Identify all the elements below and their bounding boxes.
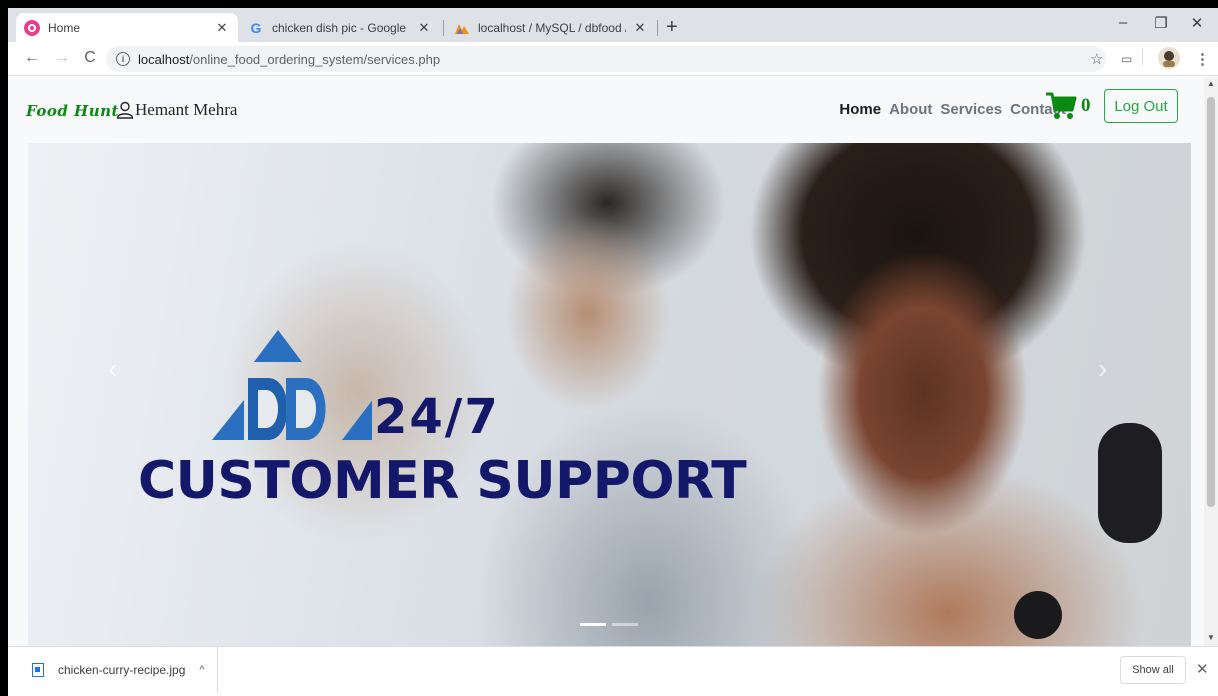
brand-logo[interactable]: Food Hunt — [26, 102, 119, 120]
google-icon: G — [250, 19, 262, 36]
tab-title: localhost / MySQL / dbfood / tba — [478, 20, 626, 35]
username: Hemant Mehra — [135, 100, 238, 119]
download-filename: chicken-curry-recipe.jpg — [58, 663, 186, 677]
cart-button[interactable]: 0 — [1045, 91, 1091, 121]
carousel-caption-subheading: CUSTOMER SUPPORT — [138, 451, 747, 511]
company-logo-icon — [212, 330, 372, 440]
nav-home-link[interactable]: Home — [839, 101, 881, 118]
browser-window: Home ✕ G chicken dish pic - Google Searc… — [8, 8, 1218, 696]
close-icon[interactable]: ✕ — [416, 20, 432, 36]
page-scrollbar[interactable]: ▲ ▼ — [1204, 77, 1218, 646]
image-file-icon — [32, 663, 44, 677]
minimize-icon[interactable]: – — [1108, 14, 1138, 31]
tab-separator — [657, 20, 658, 36]
nav-links: Home About Services Contact — [839, 101, 1066, 118]
close-icon[interactable]: ✕ — [214, 20, 230, 36]
toolbar-divider — [1142, 48, 1143, 66]
tab-phpmyadmin[interactable]: localhost / MySQL / dbfood / tba ✕ — [446, 13, 656, 42]
carousel-next-icon[interactable]: › — [1098, 353, 1107, 385]
nav-about-link[interactable]: About — [889, 101, 932, 118]
site-info-icon[interactable]: i — [116, 52, 130, 66]
window-close-icon[interactable]: ✕ — [1182, 14, 1212, 32]
show-all-button[interactable]: Show all — [1120, 656, 1186, 684]
new-tab-plus-icon[interactable]: + — [666, 16, 678, 39]
tab-strip: Home ✕ G chicken dish pic - Google Searc… — [8, 8, 1218, 42]
url-path: /online_food_ordering_system/services.ph… — [189, 51, 441, 67]
download-shelf: chicken-curry-recipe.jpg ^ Show all ✕ — [8, 646, 1218, 696]
shopping-cart-icon — [1046, 92, 1077, 119]
reload-icon[interactable]: C — [80, 49, 100, 67]
tab-separator — [443, 20, 444, 36]
profile-avatar-icon[interactable] — [1158, 47, 1180, 73]
star-bookmark-icon[interactable]: ☆ — [1090, 50, 1103, 68]
download-item[interactable]: chicken-curry-recipe.jpg ^ — [8, 647, 218, 693]
tab-home[interactable]: Home ✕ — [16, 13, 238, 42]
kebab-menu-icon[interactable]: ⋮ — [1195, 50, 1210, 68]
microphone-shape — [1014, 591, 1062, 639]
logout-button[interactable]: Log Out — [1104, 89, 1178, 123]
scroll-up-arrow-icon[interactable]: ▲ — [1207, 79, 1215, 88]
forward-arrow-icon[interactable]: → — [52, 49, 72, 67]
carousel-caption-heading: 24/7 — [374, 389, 500, 445]
carousel-indicator-2[interactable] — [612, 623, 638, 626]
user-icon — [116, 101, 134, 119]
tab-title: chicken dish pic - Google Search — [272, 20, 410, 35]
scroll-down-arrow-icon[interactable]: ▼ — [1207, 633, 1215, 642]
cart-count: 0 — [1081, 95, 1091, 116]
site-navbar: Food Hunt Hemant Mehra Home About Servic… — [8, 77, 1204, 143]
cast-icon[interactable]: ▭ — [1121, 52, 1132, 66]
close-icon[interactable]: ✕ — [632, 20, 648, 36]
back-arrow-icon[interactable]: ← — [22, 49, 42, 67]
restore-icon[interactable]: ❐ — [1146, 14, 1176, 32]
url-host: localhost — [138, 51, 190, 67]
scroll-thumb[interactable] — [1207, 97, 1215, 507]
web-page: Food Hunt Hemant Mehra Home About Servic… — [8, 77, 1204, 646]
food-app-icon — [24, 19, 40, 36]
carousel-indicator-1[interactable] — [580, 623, 606, 626]
address-bar[interactable]: i localhost/online_food_ordering_system/… — [106, 46, 1106, 72]
headset-shape — [1098, 423, 1162, 543]
tab-title: Home — [48, 20, 81, 35]
browser-toolbar: ← → C i localhost/online_food_ordering_s… — [8, 42, 1218, 76]
tab-google-search[interactable]: G chicken dish pic - Google Search ✕ — [240, 13, 440, 42]
hero-carousel: ‹ › 24/7 CUSTOMER SUPPORT — [28, 143, 1191, 646]
phpmyadmin-icon — [454, 20, 470, 36]
chevron-up-icon[interactable]: ^ — [199, 664, 204, 676]
carousel-indicators — [580, 623, 638, 626]
carousel-prev-icon[interactable]: ‹ — [108, 353, 117, 385]
nav-services-link[interactable]: Services — [940, 101, 1002, 118]
close-icon[interactable]: ✕ — [1196, 660, 1209, 678]
